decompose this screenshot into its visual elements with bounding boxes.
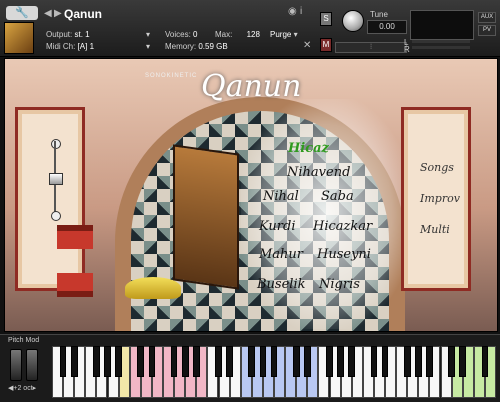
slider-bottom-ring-icon: [51, 211, 61, 221]
mod-wheel[interactable]: [26, 349, 38, 381]
scale-hicazkar[interactable]: Hicazkar: [313, 219, 372, 234]
menu-songs[interactable]: Songs: [420, 161, 454, 174]
black-key[interactable]: [115, 346, 122, 377]
black-key[interactable]: [459, 346, 467, 377]
voices-label: Voices:: [165, 30, 191, 39]
max-row[interactable]: Max: 128: [215, 30, 260, 39]
scale-buselik[interactable]: Buselik: [257, 277, 305, 292]
scale-nihal[interactable]: Nihal: [263, 189, 299, 204]
hourglass-icon[interactable]: [57, 225, 93, 297]
black-key[interactable]: [326, 346, 333, 377]
midi-row[interactable]: Midi Ch: [A] 1: [46, 42, 94, 51]
memory-row: Memory: 0.59 GB: [165, 42, 228, 51]
memory-label: Memory:: [165, 42, 197, 51]
memory-value: 0.59 GB: [198, 42, 228, 51]
pv-button[interactable]: PV: [478, 25, 496, 36]
black-key[interactable]: [348, 346, 356, 377]
output-value[interactable]: st. 1: [74, 30, 89, 39]
aux-button[interactable]: AUX: [478, 12, 496, 23]
solo-button[interactable]: S: [320, 12, 332, 26]
wrench-icon[interactable]: 🔧: [6, 6, 38, 20]
tune-label: Tune: [370, 10, 388, 19]
output-row[interactable]: Output: st. 1: [46, 30, 90, 39]
black-key[interactable]: [270, 346, 278, 377]
pitch-mod-label: Pitch Mod: [8, 337, 40, 344]
oil-lamp-image: [125, 277, 181, 299]
octave-shift[interactable]: ◀+2 oct▸: [8, 384, 36, 392]
pitch-wheel[interactable]: [10, 349, 22, 381]
black-key[interactable]: [192, 346, 200, 377]
brand-label: SONOKINETIC: [145, 73, 198, 79]
scale-nigris[interactable]: Nigris: [319, 277, 360, 292]
menu-multi[interactable]: Multi: [420, 223, 450, 236]
tune-value[interactable]: 0.00: [367, 20, 407, 34]
scale-hicaz[interactable]: Hicaz: [288, 141, 329, 156]
black-key[interactable]: [148, 346, 156, 377]
instrument-title[interactable]: Qanun: [64, 7, 102, 21]
max-label: Max:: [215, 30, 233, 39]
black-key[interactable]: [137, 346, 145, 377]
volume-slider-handle[interactable]: [49, 173, 63, 185]
slider-top-ring-icon: [51, 139, 61, 149]
black-key[interactable]: [337, 346, 344, 377]
scale-huseyni[interactable]: Huseyni: [317, 247, 371, 262]
qanun-instrument-image: [173, 144, 239, 290]
meter-bar-left: [412, 40, 470, 43]
black-key[interactable]: [259, 346, 267, 377]
level-meter: [410, 10, 474, 40]
instrument-thumbnail: [4, 22, 34, 54]
black-key[interactable]: [59, 346, 67, 377]
black-key[interactable]: [226, 346, 233, 377]
scale-mahur[interactable]: Mahur: [259, 247, 303, 262]
info-icon[interactable]: i: [300, 6, 302, 17]
black-key[interactable]: [414, 346, 422, 377]
black-key[interactable]: [215, 346, 222, 377]
black-key[interactable]: [181, 346, 189, 377]
next-instrument-icon[interactable]: ▶: [54, 8, 62, 19]
black-key[interactable]: [481, 346, 489, 377]
output-label: Output:: [46, 30, 73, 39]
black-key[interactable]: [448, 346, 455, 377]
scale-saba[interactable]: Saba: [321, 189, 354, 204]
smoke-overlay: [241, 99, 411, 329]
meter-r-label: R: [404, 45, 410, 54]
black-key[interactable]: [70, 346, 78, 377]
black-key[interactable]: [104, 346, 111, 377]
mute-button[interactable]: M: [320, 38, 332, 52]
voices-value: 0: [193, 30, 198, 39]
prev-instrument-icon[interactable]: ◀: [44, 8, 52, 19]
pan-slider[interactable]: ⫶: [335, 42, 407, 53]
voices-row: Voices: 0: [165, 30, 197, 39]
black-key[interactable]: [403, 346, 411, 377]
instrument-header: 🔧 ◀ ▶ Qanun ◉ i Output: st. 1 ▾ Voices: …: [0, 0, 500, 57]
output-dropdown-icon[interactable]: ▾: [146, 30, 150, 39]
purge-button[interactable]: Purge ▾: [270, 30, 298, 39]
black-key[interactable]: [170, 346, 178, 377]
midi-dropdown-icon[interactable]: ▾: [146, 42, 150, 51]
meter-bar-right: [412, 46, 470, 49]
instrument-panel: Songs Improv Multi SONOKINETIC Qanun Hic…: [4, 58, 498, 332]
menu-improv[interactable]: Improv: [420, 192, 460, 205]
black-key[interactable]: [381, 346, 389, 377]
black-key[interactable]: [292, 346, 300, 377]
scale-kurdi[interactable]: Kurdi: [259, 219, 296, 234]
pan-center-icon: ⫶: [370, 44, 372, 51]
black-key[interactable]: [426, 346, 433, 377]
tune-knob[interactable]: [342, 10, 364, 32]
close-icon[interactable]: ✕: [303, 40, 311, 51]
black-key[interactable]: [93, 346, 100, 377]
black-key[interactable]: [370, 346, 378, 377]
black-key[interactable]: [248, 346, 256, 377]
piano-keyboard[interactable]: [52, 346, 496, 398]
scale-nihavend[interactable]: Nihavend: [287, 165, 350, 180]
midi-value[interactable]: [A] 1: [78, 42, 94, 51]
midi-label: Midi Ch:: [46, 42, 76, 51]
max-value[interactable]: 128: [247, 30, 260, 39]
camera-icon[interactable]: ◉: [288, 6, 297, 17]
qanun-logo: Qanun: [201, 69, 302, 104]
black-key[interactable]: [303, 346, 311, 377]
